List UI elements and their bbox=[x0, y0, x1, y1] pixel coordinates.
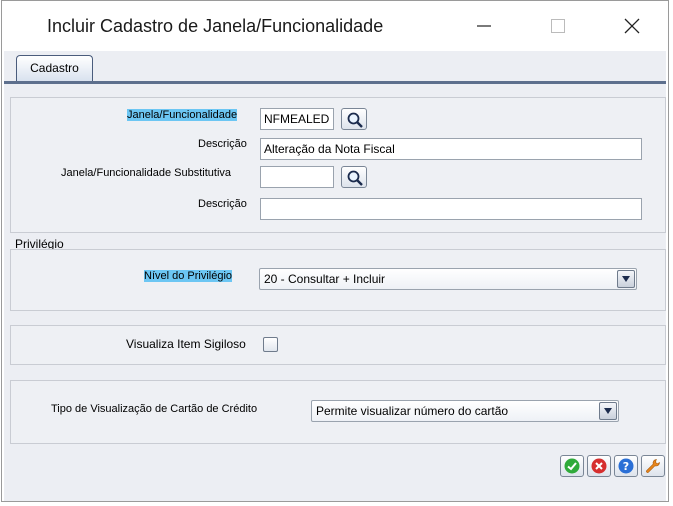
title-bar: Incluir Cadastro de Janela/Funcionalidad… bbox=[2, 1, 668, 51]
svg-text:?: ? bbox=[623, 460, 629, 473]
descricao2-label: Descrição bbox=[198, 198, 247, 210]
tools-button[interactable] bbox=[641, 455, 665, 477]
sigiloso-label: Visualiza Item Sigiloso bbox=[126, 337, 246, 351]
substitutiva-label: Janela/Funcionalidade Substitutiva bbox=[61, 167, 232, 179]
cadastro-panel: Janela/Funcionalidade NFMEALED Descrição… bbox=[10, 97, 666, 233]
tab-cadastro[interactable]: Cadastro bbox=[16, 55, 93, 81]
substitutiva-input[interactable] bbox=[260, 166, 334, 188]
descricao-input[interactable]: Alteração da Nota Fiscal bbox=[260, 138, 642, 160]
cartao-select-value: Permite visualizar número do cartão bbox=[316, 404, 509, 418]
tab-strip: Cadastro bbox=[4, 51, 666, 84]
wrench-icon bbox=[646, 459, 660, 473]
window-title: Incluir Cadastro de Janela/Funcionalidad… bbox=[47, 16, 384, 36]
nivel-dropdown-button[interactable] bbox=[617, 270, 635, 288]
check-icon bbox=[564, 458, 580, 474]
janela-label: Janela/Funcionalidade bbox=[127, 109, 238, 121]
cartao-select[interactable]: Permite visualizar número do cartão bbox=[311, 400, 619, 422]
close-icon bbox=[624, 18, 640, 34]
descricao2-input[interactable] bbox=[260, 198, 642, 220]
cartao-dropdown-button[interactable] bbox=[599, 402, 617, 420]
minimize-button[interactable] bbox=[462, 11, 506, 41]
substitutiva-search-button[interactable] bbox=[341, 166, 367, 188]
confirm-button[interactable] bbox=[560, 455, 584, 477]
cartao-panel: Tipo de Visualização de Cartão de Crédit… bbox=[10, 380, 666, 444]
sigiloso-panel: Visualiza Item Sigiloso bbox=[10, 325, 666, 365]
cartao-label: Tipo de Visualização de Cartão de Crédit… bbox=[51, 403, 258, 415]
chevron-down-icon bbox=[604, 408, 612, 414]
nivel-select-value: 20 - Consultar + Incluir bbox=[264, 272, 386, 286]
nivel-label: Nível do Privilégio bbox=[144, 270, 233, 282]
search-icon bbox=[347, 170, 363, 186]
nivel-select[interactable]: 20 - Consultar + Incluir bbox=[259, 268, 637, 290]
privilegio-panel: Nível do Privilégio 20 - Consultar + Inc… bbox=[10, 249, 666, 311]
maximize-button[interactable] bbox=[536, 11, 580, 41]
close-button[interactable] bbox=[610, 11, 654, 41]
chevron-down-icon bbox=[622, 276, 630, 282]
help-icon: ? bbox=[618, 458, 634, 474]
cancel-button[interactable] bbox=[587, 455, 611, 477]
sigiloso-checkbox[interactable] bbox=[263, 337, 278, 352]
maximize-icon bbox=[551, 19, 565, 33]
cancel-icon bbox=[591, 458, 607, 474]
janela-input[interactable]: NFMEALED bbox=[260, 108, 334, 130]
help-button[interactable]: ? bbox=[614, 455, 638, 477]
descricao-label: Descrição bbox=[198, 138, 247, 150]
dialog-client-area: Cadastro Janela/Funcionalidade NFMEALED … bbox=[4, 51, 666, 501]
dialog-window: Incluir Cadastro de Janela/Funcionalidad… bbox=[1, 0, 669, 502]
search-icon bbox=[347, 112, 363, 128]
janela-search-button[interactable] bbox=[341, 108, 367, 130]
minimize-icon bbox=[477, 25, 491, 27]
